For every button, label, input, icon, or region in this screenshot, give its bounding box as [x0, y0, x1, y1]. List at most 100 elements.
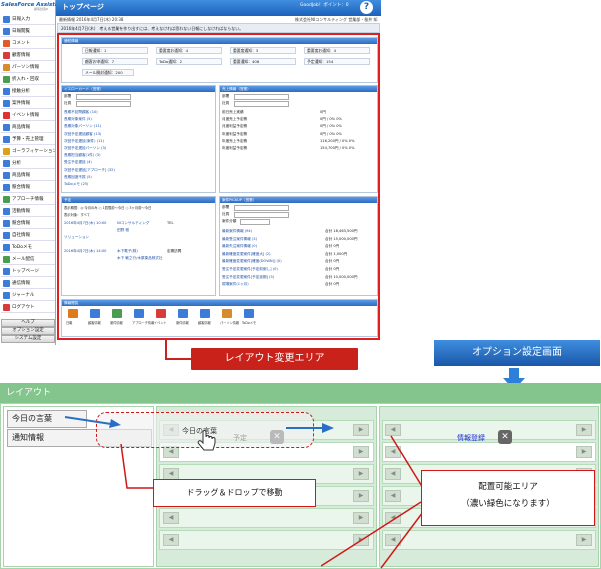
- deal-row-label[interactable]: 最新受注案件情報 (3): [222, 237, 257, 242]
- sidebar-item-19[interactable]: ToDoメモ: [1, 242, 55, 253]
- sidebar-item-5[interactable]: 折入れ・回収: [1, 74, 55, 85]
- sales-staff-select[interactable]: [234, 101, 289, 107]
- sidebar-item-12[interactable]: 分析: [1, 158, 55, 169]
- notice-cell[interactable]: 重要通知：408: [230, 58, 296, 65]
- deal-row-label[interactable]: 最新失注案件情報 (0): [222, 244, 257, 249]
- info-link-icon[interactable]: [200, 309, 210, 318]
- sidebar-item-8[interactable]: イベント情報: [1, 110, 55, 121]
- arrow-move-button[interactable]: ▶: [576, 534, 592, 546]
- sidebar-item-13[interactable]: 商品情報: [1, 170, 55, 181]
- yellow-row[interactable]: 長期回遊不振 (5): [64, 175, 92, 180]
- yellow-row[interactable]: 次回予定遅延[アプローチ] (32): [64, 168, 115, 173]
- deal-row-label[interactable]: 受注予定変更案件[予定前倒し] (0): [222, 267, 278, 272]
- sidebar-item-17[interactable]: 競合情報: [1, 218, 55, 229]
- info-link-icon[interactable]: [68, 309, 78, 318]
- deals-staff-select[interactable]: [234, 212, 289, 218]
- sidebar-item-11[interactable]: ゴーラフィケーション: [1, 146, 55, 157]
- deal-row-label[interactable]: 最新確度変更案件[確度大] (2): [222, 252, 271, 257]
- help-button[interactable]: ヘルプ: [1, 319, 55, 327]
- arrow-move-button[interactable]: ◀: [163, 534, 179, 546]
- arrow-move-button[interactable]: ▶: [576, 446, 592, 458]
- info-link-icon[interactable]: [134, 309, 144, 318]
- info-link-icon[interactable]: [222, 309, 232, 318]
- yellow-row[interactable]: 長期不訪問顧客 (10): [64, 110, 98, 115]
- sidebar-item-21[interactable]: トップページ: [1, 266, 55, 277]
- yellow-row[interactable]: 次回予定遅延顧客 (13): [64, 132, 101, 137]
- info-link-icon[interactable]: [244, 309, 254, 318]
- sidebar-item-4[interactable]: パーソン情報: [1, 62, 55, 73]
- notice-cell[interactable]: 日報通知：1: [82, 47, 148, 54]
- deal-row-label[interactable]: 受注予定変更案件[予定延期] (5): [222, 275, 274, 280]
- arrow-move-button[interactable]: ◀: [163, 512, 179, 524]
- sidebar-item-16[interactable]: 活動情報: [1, 206, 55, 217]
- notice-cell[interactable]: メール開封通知：200: [82, 69, 134, 76]
- schedule-company[interactable]: 木下電子(株): [117, 249, 138, 254]
- deals-dept-select[interactable]: [234, 205, 289, 211]
- sidebar-item-7[interactable]: 案件情報: [1, 98, 55, 109]
- sidebar-item-0[interactable]: 日報入力: [1, 14, 55, 25]
- schedule-company[interactable]: NIコンサルティング: [117, 221, 149, 226]
- sidebar-item-6[interactable]: 接触分析: [1, 86, 55, 97]
- sidebar-item-9[interactable]: 商品情報: [1, 122, 55, 133]
- sidebar-item-20[interactable]: メール配信: [1, 254, 55, 265]
- sales-row-value: 0円: [320, 110, 326, 114]
- sidebar-item-2[interactable]: コメント: [1, 38, 55, 49]
- yellow-row[interactable]: 長期担当顧客(1件) (3): [64, 153, 100, 158]
- notice-cell[interactable]: 顧客お申通知：7: [82, 58, 148, 65]
- info-link-label[interactable]: ToDoメモ: [242, 320, 256, 325]
- sidebar-item-22[interactable]: 通信情報: [1, 278, 55, 289]
- sidebar-item-3[interactable]: 顧客情報: [1, 50, 55, 61]
- yellow-row[interactable]: ToDoメモ (25): [64, 182, 88, 187]
- notice-cell[interactable]: ToDo通知：2: [156, 58, 222, 65]
- notice-cell[interactable]: 予定通知：154: [304, 58, 370, 65]
- yellow-row[interactable]: 次回予定遅延パーソン (3): [64, 146, 106, 151]
- sidebar-item-icon: [3, 111, 10, 119]
- info-link-icon[interactable]: [156, 309, 166, 318]
- yellow-row[interactable]: 受注予定遅延 (4): [64, 160, 92, 165]
- deal-row-label[interactable]: 現場案件(1ヶ月): [222, 282, 249, 287]
- yellow-dept-select[interactable]: [76, 94, 131, 100]
- sidebar-item-24[interactable]: ログアウト: [1, 302, 55, 313]
- info-link-icon[interactable]: [178, 309, 188, 318]
- info-link-label[interactable]: 顧客情報: [198, 320, 211, 325]
- info-link-label[interactable]: アプローチ情報: [132, 320, 154, 325]
- close-icon[interactable]: ?: [360, 1, 373, 14]
- sidebar-item-23[interactable]: ジャーナル: [1, 290, 55, 301]
- yellow-row[interactable]: 次回予定遅延(案件) (11): [64, 139, 104, 144]
- schedule-period[interactable]: 表示期間：◎ 今月のみ ○ 1週間前〜今日 ○ 3ヶ月前〜今日: [64, 205, 151, 210]
- sidebar-item-1[interactable]: 日報閲覧: [1, 26, 55, 37]
- schedule-date[interactable]: 2016年4月7日(木) 14:00: [64, 249, 106, 254]
- deals-category-select[interactable]: [240, 219, 270, 225]
- schedule-person[interactable]: 木下 敏之行/木原薬品株式社: [117, 256, 162, 261]
- info-link-label[interactable]: パーソン情報: [220, 320, 239, 325]
- notice-cell[interactable]: 重要度お通知：4: [156, 47, 222, 54]
- yellow-staff-select[interactable]: [76, 101, 131, 107]
- notice-cell[interactable]: 重要度通知：3: [230, 47, 296, 54]
- info-link-icon[interactable]: [90, 309, 100, 318]
- info-link-label[interactable]: 日報: [66, 320, 72, 325]
- system-settings-button[interactable]: システム設定: [1, 335, 55, 343]
- sidebar-item-18[interactable]: 自社情報: [1, 230, 55, 241]
- schedule-date[interactable]: 2016年4月7日(木) 10:00: [64, 221, 106, 226]
- notice-cell[interactable]: 重要度お通知：4: [304, 47, 370, 54]
- yellow-row[interactable]: 長期対象案件 (5): [64, 117, 92, 122]
- layout-change-area: 通知情報 日報通知：1 重要度お通知：4 重要度通知：3 重要度お通知：4 顧客お申通知…: [57, 33, 380, 340]
- schedule-target[interactable]: 表示対象：すべて: [64, 212, 90, 217]
- yellow-row[interactable]: 長期対象パーソン (11): [64, 124, 101, 129]
- option-settings-button[interactable]: オプション設定: [1, 327, 55, 335]
- remove-info-icon[interactable]: ✕: [498, 430, 512, 444]
- sidebar-item-10[interactable]: 予算・売上管理: [1, 134, 55, 145]
- info-link-label[interactable]: 案件情報: [176, 320, 189, 325]
- info-link-label[interactable]: 顧客情報: [88, 320, 101, 325]
- deal-row-label[interactable]: 最新確度変更案件[確度(DOWN)] (0): [222, 259, 282, 264]
- deal-row-label[interactable]: 最新案件情報 (94): [222, 229, 252, 234]
- sales-dept-select[interactable]: [234, 94, 289, 100]
- schedule-date[interactable]: ソリューション: [64, 235, 89, 240]
- info-link-label[interactable]: 案件情報: [110, 320, 123, 325]
- sidebar-item-15[interactable]: アプローチ情報: [1, 194, 55, 205]
- info-link-label[interactable]: イベント: [154, 320, 167, 325]
- sidebar-item-14[interactable]: 競合情報: [1, 182, 55, 193]
- info-link-icon[interactable]: [112, 309, 122, 318]
- arrow-move-button[interactable]: ▶: [576, 424, 592, 436]
- schedule-person[interactable]: 田野 雅: [117, 228, 129, 233]
